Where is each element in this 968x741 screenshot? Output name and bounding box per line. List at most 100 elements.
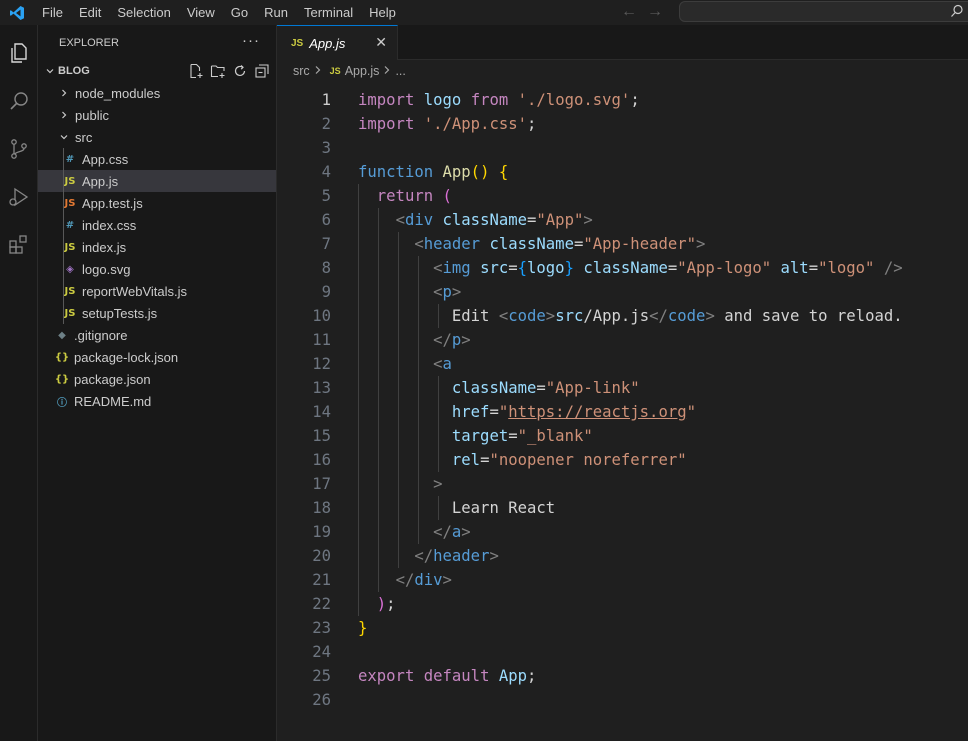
file--gitignore[interactable]: ◆ .gitignore [38, 324, 276, 346]
code-line[interactable]: 8 <img src={logo} className="App-logo" a… [277, 256, 968, 280]
menu-run[interactable]: Run [256, 0, 296, 25]
indent-guide [63, 192, 64, 214]
code-line[interactable]: 12 <a [277, 352, 968, 376]
code-editor[interactable]: 1 import logo from './logo.svg'; 2 import '… [277, 88, 968, 738]
test-file-icon: JS [64, 197, 76, 209]
menu-edit[interactable]: Edit [71, 0, 109, 25]
file-setuptests-js[interactable]: JS setupTests.js [38, 302, 276, 324]
search-icon[interactable] [3, 85, 35, 117]
line-number: 13 [312, 379, 331, 397]
line-content: Learn React [451, 499, 556, 517]
file-app-css[interactable]: # App.css [38, 148, 276, 170]
gitignore-icon: ◆ [58, 329, 66, 341]
code-line[interactable]: 18 Learn React [277, 496, 968, 520]
extensions-icon[interactable] [3, 229, 35, 261]
code-line[interactable]: 3 [277, 136, 968, 160]
code-line[interactable]: 17 > [277, 472, 968, 496]
explorer-title: EXPLORER [59, 36, 119, 49]
file-package-json[interactable]: {} package.json [38, 368, 276, 390]
tree-item-label: App.css [82, 151, 129, 167]
code-line[interactable]: 13 className="App-link" [277, 376, 968, 400]
more-actions-icon[interactable]: ··· [242, 32, 260, 49]
command-center-search[interactable] [679, 1, 968, 22]
code-line[interactable]: 25 export default App; [277, 664, 968, 688]
code-line[interactable]: 23} [277, 616, 968, 640]
indent-guide [63, 258, 64, 280]
info-icon: ⓘ [57, 397, 67, 409]
folder-public[interactable]: public [38, 104, 276, 126]
files-icon[interactable] [3, 37, 35, 69]
refresh-icon[interactable] [232, 63, 248, 82]
css-file-icon: # [65, 219, 75, 231]
forward-arrow-icon[interactable]: → [647, 3, 663, 21]
line-content: import logo from './logo.svg'; [358, 91, 640, 109]
breadcrumb-ellipsis[interactable]: ... [395, 64, 405, 78]
file-index-css[interactable]: # index.css [38, 214, 276, 236]
line-number: 2 [321, 115, 331, 133]
line-content: <p> [433, 283, 462, 301]
code-line[interactable]: 10 Edit <code>src/App.js</code> and save… [277, 304, 968, 328]
workspace-section-header[interactable]: BLOG [38, 60, 276, 82]
code-line[interactable]: 14 href="https://reactjs.org" [277, 400, 968, 424]
menu-file[interactable]: File [34, 0, 71, 25]
code-line[interactable]: 19 </a> [277, 520, 968, 544]
source-control-icon[interactable] [3, 133, 35, 165]
file-app-js[interactable]: JS App.js [38, 170, 276, 192]
code-line[interactable]: 24 [277, 640, 968, 664]
menu-go[interactable]: Go [223, 0, 256, 25]
svg-file-icon: ◈ [66, 263, 74, 275]
line-number: 25 [312, 667, 331, 685]
code-line[interactable]: 9 <p> [277, 280, 968, 304]
line-content: ); [376, 595, 396, 613]
code-line[interactable]: 1 import logo from './logo.svg'; [277, 88, 968, 112]
code-line[interactable]: 26 [277, 688, 968, 712]
code-line[interactable]: 16 rel="noopener noreferrer" [277, 448, 968, 472]
code-line[interactable]: 7 <header className="App-header"> [277, 232, 968, 256]
menu-selection[interactable]: Selection [109, 0, 178, 25]
breadcrumb-file[interactable]: App.js [345, 64, 380, 78]
code-line[interactable]: 15 target="_blank" [277, 424, 968, 448]
tab-app-js[interactable]: JS App.js ✕ [277, 25, 398, 60]
indent-guide [63, 214, 64, 236]
breadcrumb-folder[interactable]: src [293, 64, 310, 78]
folder-src[interactable]: src [38, 126, 276, 148]
folder-node-modules[interactable]: node_modules [38, 82, 276, 104]
tree-item-label: package.json [74, 371, 151, 387]
file-logo-svg[interactable]: ◈ logo.svg [38, 258, 276, 280]
new-file-icon[interactable] [188, 63, 204, 82]
close-icon[interactable]: ✕ [375, 34, 387, 51]
line-number: 12 [312, 355, 331, 373]
menu-view[interactable]: View [179, 0, 223, 25]
indent-guide [63, 148, 64, 170]
tree-item-label: reportWebVitals.js [82, 283, 188, 299]
back-arrow-icon[interactable]: ← [621, 3, 637, 21]
file-package-lock-json[interactable]: {} package-lock.json [38, 346, 276, 368]
code-line[interactable]: 11 </p> [277, 328, 968, 352]
vscode-logo-icon [0, 0, 34, 25]
menu-help[interactable]: Help [361, 0, 404, 25]
code-line[interactable]: 6 <div className="App"> [277, 208, 968, 232]
file-index-js[interactable]: JS index.js [38, 236, 276, 258]
line-number: 1 [321, 91, 331, 109]
menu-terminal[interactable]: Terminal [296, 0, 361, 25]
code-line[interactable]: 22 ); [277, 592, 968, 616]
code-line[interactable]: 20 </header> [277, 544, 968, 568]
line-number: 9 [321, 283, 331, 301]
new-folder-icon[interactable] [210, 63, 226, 82]
file-tree: node_modules public src # App.css JS App.js JS A… [38, 82, 276, 412]
navigation-arrows: ← → [621, 3, 663, 21]
chevron-down-icon [42, 66, 58, 76]
tree-item-label: node_modules [75, 85, 161, 101]
code-line[interactable]: 2 import './App.css'; [277, 112, 968, 136]
code-line[interactable]: 21 </div> [277, 568, 968, 592]
collapse-all-icon[interactable] [254, 63, 270, 82]
code-line[interactable]: 5 return ( [277, 184, 968, 208]
file-readme-md[interactable]: ⓘ README.md [38, 390, 276, 412]
code-line[interactable]: 4 function App() { [277, 160, 968, 184]
run-debug-icon[interactable] [3, 181, 35, 213]
chevron-right-icon [56, 110, 72, 120]
file-reportwebvitals-js[interactable]: JS reportWebVitals.js [38, 280, 276, 302]
file-app-test-js[interactable]: JS App.test.js [38, 192, 276, 214]
json-file-icon: {} [54, 351, 70, 363]
line-number: 19 [312, 523, 331, 541]
